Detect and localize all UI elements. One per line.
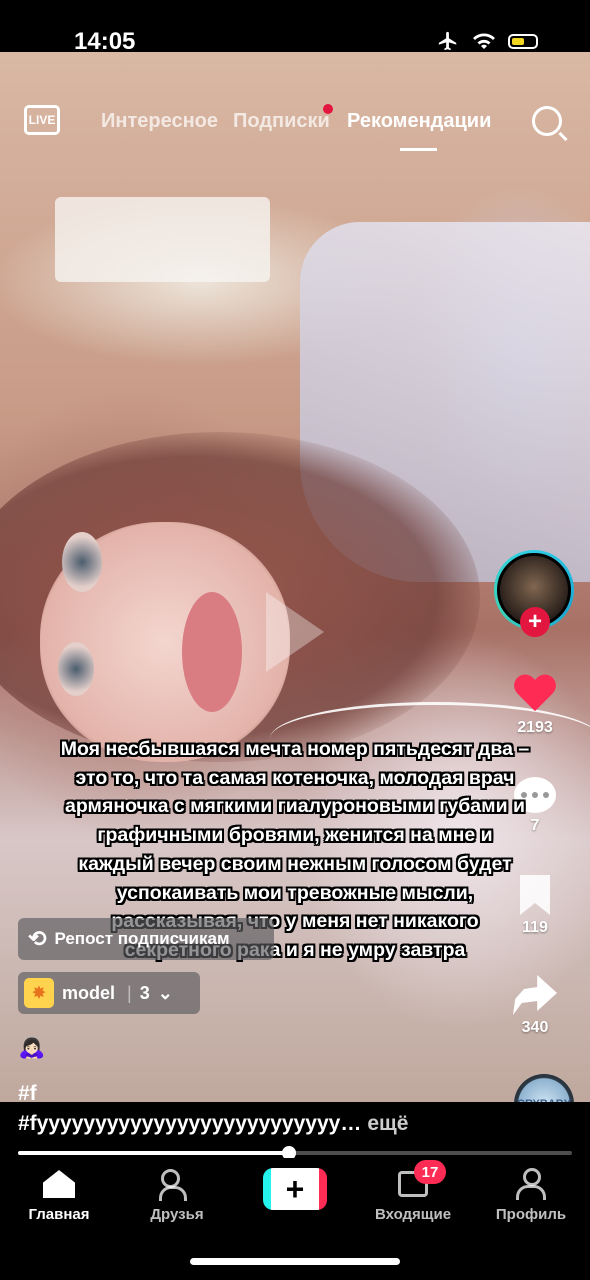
repost-icon: ⟲ [28,926,47,951]
nav-home-label: Главная [28,1206,90,1223]
eye [62,532,102,592]
share-icon [513,975,557,1015]
search-icon[interactable] [532,106,562,136]
effect-name: model [62,982,116,1003]
profile-icon [516,1168,546,1200]
create-button[interactable]: + [263,1168,327,1210]
friends-icon [159,1169,195,1201]
live-icon[interactable]: LIVE [24,105,60,135]
description: #fyyyyyyyyyyyyyyyyyyyyyyyyyy… [18,1112,362,1135]
follow-button[interactable]: + [520,607,550,637]
battery-icon [508,33,538,49]
description-bar[interactable]: #fyyyyyyyyyyyyyyyyyyyyyyyyyy… ещё [0,1102,590,1148]
status-icons [436,30,538,52]
heart-icon [513,675,557,715]
like-button[interactable]: 2193 [490,675,580,737]
nav-inbox[interactable]: 17 Входящие [358,1160,468,1223]
effect-count: 3 [139,982,150,1003]
play-icon[interactable] [266,592,324,672]
car-window [55,197,270,282]
home-indicator [190,1258,400,1265]
tab-recommendations[interactable]: Рекомендации [347,110,491,133]
eye [58,642,94,696]
wifi-icon [473,33,495,49]
status-time: 14:05 [74,28,136,55]
effect-chip[interactable]: ✸ model | 3 ⌄ [18,972,200,1014]
nav-profile-label: Профиль [495,1206,567,1223]
nav-home[interactable]: Главная [4,1166,114,1223]
progress-fill [18,1151,290,1155]
top-nav: LIVE Интересное Подписки Рекомендации [0,100,590,160]
share-count: 340 [521,1019,549,1036]
emoji-line: 🙇🏻‍♀️ [18,1034,46,1059]
nav-inbox-label: Входящие [374,1206,452,1223]
airplane-icon [438,31,457,51]
active-tab-indicator [400,148,437,151]
battery-level [512,37,525,45]
repost-button[interactable]: ⟲ Репост подписчикам [18,918,274,960]
share-button[interactable]: 340 [490,975,580,1037]
description-text: #fyyyyyyyyyyyyyyyyyyyyyyyyyy… ещё [18,1112,408,1136]
new-content-dot [323,104,333,114]
tab-following[interactable]: Подписки [233,110,330,133]
chevron-down-icon: ⌄ [157,982,173,1003]
tab-interesting[interactable]: Интересное [101,110,218,133]
inbox-badge: 17 [414,1160,446,1184]
more-link[interactable]: ещё [367,1112,408,1135]
sparkle-icon: ✸ [24,978,54,1008]
video-progress[interactable] [18,1146,572,1160]
home-icon [43,1170,75,1198]
divider: | [127,982,132,1003]
nav-friends[interactable]: Друзья [122,1166,232,1223]
plus-icon: + [285,1170,305,1207]
nav-profile[interactable]: Профиль [476,1166,586,1223]
repost-label: Репост подписчикам [54,929,230,948]
lips [182,592,242,712]
nav-friends-label: Друзья [150,1206,204,1223]
